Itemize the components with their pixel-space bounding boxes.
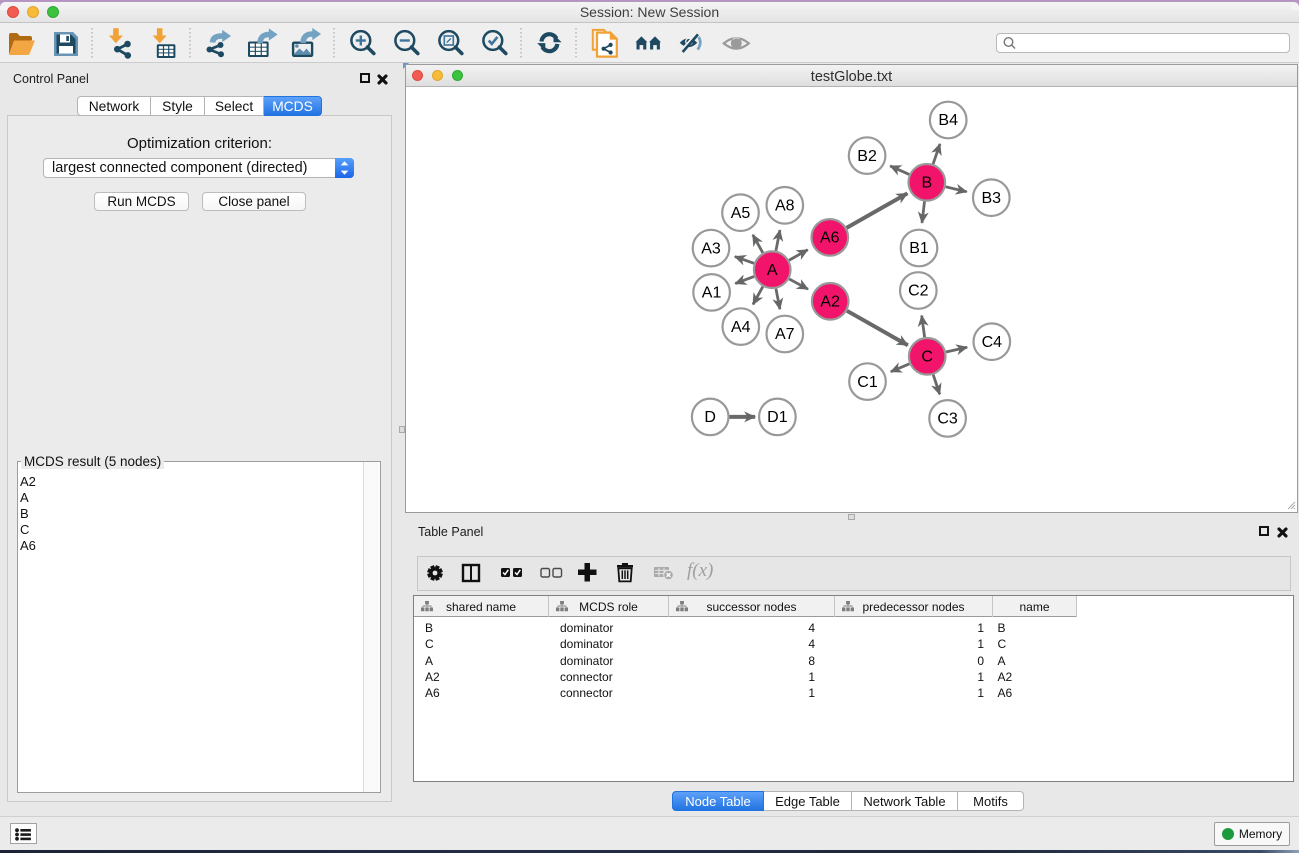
svg-text:B2: B2: [857, 148, 877, 165]
svg-text:A8: A8: [775, 198, 795, 215]
svg-text:A4: A4: [731, 319, 751, 336]
svg-text:C4: C4: [982, 334, 1003, 351]
svg-text:B4: B4: [938, 112, 958, 129]
svg-text:A3: A3: [701, 240, 721, 257]
svg-text:D: D: [704, 409, 716, 426]
svg-text:A1: A1: [702, 285, 722, 302]
svg-text:C: C: [921, 349, 933, 366]
svg-text:A5: A5: [731, 205, 751, 222]
svg-text:A: A: [767, 262, 778, 279]
svg-text:B3: B3: [982, 190, 1002, 207]
svg-text:C2: C2: [908, 283, 929, 300]
svg-text:A6: A6: [820, 230, 840, 247]
svg-text:D1: D1: [767, 409, 788, 426]
svg-text:B: B: [921, 175, 932, 192]
svg-text:C3: C3: [937, 411, 958, 428]
svg-text:B1: B1: [909, 240, 929, 257]
svg-text:A7: A7: [775, 326, 795, 343]
svg-text:A2: A2: [820, 294, 840, 311]
svg-text:C1: C1: [857, 374, 878, 391]
